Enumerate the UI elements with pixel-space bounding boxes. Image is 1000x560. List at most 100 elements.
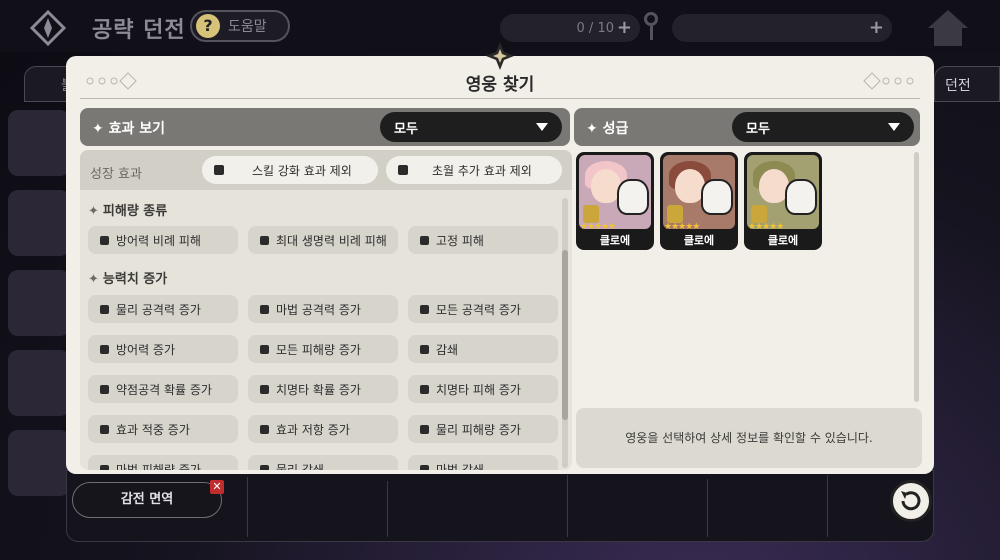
hero-card[interactable]: ★★★★★ 클로에 bbox=[576, 152, 654, 250]
star-rating: ★★★★★ bbox=[580, 222, 616, 232]
checkbox-icon bbox=[260, 384, 269, 394]
refresh-icon bbox=[901, 491, 921, 511]
effect-filter-pill[interactable]: 효과 적중 증가 bbox=[88, 415, 238, 443]
pill-label: 방어력 비례 피해 bbox=[116, 233, 201, 248]
key-stem bbox=[650, 26, 653, 40]
effect-filter-pill[interactable]: 감쇄 bbox=[408, 335, 558, 363]
checkbox-icon bbox=[100, 304, 109, 314]
filter-scroll-thumb[interactable] bbox=[562, 250, 568, 420]
home-icon[interactable] bbox=[922, 6, 974, 50]
pill-label: 물리 피해량 증가 bbox=[436, 422, 521, 437]
help-button[interactable]: ? 도움말 bbox=[190, 10, 290, 42]
cat-companion-icon bbox=[785, 179, 817, 215]
hero-name: 클로에 bbox=[683, 234, 715, 247]
checkbox-icon bbox=[260, 304, 269, 314]
pill-label: 최대 생명력 비례 피해 bbox=[276, 233, 387, 248]
exclude-transcend-toggle[interactable]: 초월 추가 효과 제외 bbox=[386, 156, 562, 184]
hero-portrait bbox=[747, 155, 819, 229]
hero-card[interactable]: ★★★★★ 클로에 bbox=[744, 152, 822, 250]
pill-label: 감쇄 bbox=[436, 342, 459, 357]
checkbox-icon bbox=[420, 384, 429, 394]
effect-filter-pill[interactable]: 최대 생명력 비례 피해 bbox=[248, 226, 398, 254]
hero-name: 클로에 bbox=[599, 234, 631, 247]
help-label: 도움말 bbox=[228, 19, 267, 35]
checkbox-icon bbox=[260, 464, 269, 470]
effect-filter-pill[interactable]: 마법 공격력 증가 bbox=[248, 295, 398, 323]
side-thumbnail bbox=[8, 270, 70, 336]
effect-section-label: ✦ 효과 보기 bbox=[92, 121, 165, 137]
checkbox-icon bbox=[214, 165, 224, 175]
checkbox-icon bbox=[420, 424, 429, 434]
side-thumbnail bbox=[8, 110, 70, 176]
reset-button[interactable] bbox=[890, 480, 932, 522]
pill-label: 약점공격 확률 증가 bbox=[116, 382, 212, 397]
effect-filter-pill[interactable]: 방어력 비례 피해 bbox=[88, 226, 238, 254]
hero-search-modal: 영웅 찾기 ✦ 효과 보기 모두 ✦ 성급 모두 성장 효과 스킬 강화 효과 … bbox=[66, 42, 934, 474]
divider bbox=[80, 98, 920, 99]
hero-name: 클로에 bbox=[767, 234, 799, 247]
shock-immunity-button[interactable]: 감전 면역 bbox=[72, 482, 222, 518]
remove-icon[interactable]: ✕ bbox=[210, 480, 224, 494]
dropdown-arrow-icon bbox=[888, 123, 900, 131]
pill-label: 마법 피해량 증가 bbox=[116, 462, 201, 471]
pill-label: 마법 감쇄 bbox=[436, 462, 484, 471]
grade-section-header: ✦ 성급 모두 bbox=[574, 108, 920, 146]
effect-filter-pill[interactable]: 물리 감쇄 bbox=[248, 455, 398, 470]
add-stamina-icon[interactable]: + bbox=[617, 17, 632, 38]
effect-filter-pill[interactable]: 약점공격 확률 증가 bbox=[88, 375, 238, 403]
checkbox-icon bbox=[260, 235, 269, 245]
hero-scroll-track[interactable] bbox=[914, 152, 919, 402]
add-key-icon[interactable]: + bbox=[869, 17, 884, 38]
cat-companion-icon bbox=[701, 179, 733, 215]
effect-filter-pill[interactable]: 효과 저항 증가 bbox=[248, 415, 398, 443]
pill-label: 고정 피해 bbox=[436, 233, 484, 248]
checkbox-icon bbox=[260, 424, 269, 434]
checkbox-icon bbox=[420, 464, 429, 470]
info-message: 영웅을 선택하여 상세 정보를 확인할 수 있습니다. bbox=[576, 408, 922, 468]
cat-companion-icon bbox=[617, 179, 649, 215]
effect-filter-pill[interactable]: 치명타 피해 증가 bbox=[408, 375, 558, 403]
effect-filter-panel: 성장 효과 스킬 강화 효과 제외 초월 추가 효과 제외 ✦ 피해량 종류 방어… bbox=[80, 150, 572, 470]
question-icon: ? bbox=[196, 14, 220, 38]
pill-label: 효과 저항 증가 bbox=[276, 422, 350, 437]
key-icon bbox=[644, 12, 658, 26]
effect-filter-pill[interactable]: 물리 공격력 증가 bbox=[88, 295, 238, 323]
checkbox-icon bbox=[420, 235, 429, 245]
tab-right[interactable]: 던전 bbox=[934, 66, 1000, 102]
star-rating: ★★★★★ bbox=[664, 222, 700, 232]
checkbox-icon bbox=[100, 235, 109, 245]
growth-effect-label: 성장 효과 bbox=[90, 167, 142, 182]
modal-title: 영웅 찾기 bbox=[465, 75, 535, 95]
sparkle-icon bbox=[486, 42, 514, 70]
effect-filter-pill[interactable]: 마법 피해량 증가 bbox=[88, 455, 238, 470]
effect-filter-pill[interactable]: 치명타 확률 증가 bbox=[248, 375, 398, 403]
page-title: 공략 던전 bbox=[92, 18, 186, 43]
side-thumbnail bbox=[8, 190, 70, 256]
exclude-skill-toggle[interactable]: 스킬 강화 효과 제외 bbox=[202, 156, 378, 184]
circuit-line bbox=[827, 475, 828, 537]
stamina-text: 0 / 10 bbox=[576, 20, 614, 36]
checkbox-icon bbox=[420, 344, 429, 354]
toggle-label: 스킬 강화 효과 제외 bbox=[252, 163, 352, 178]
category-label: ✦ 능력치 증가 bbox=[88, 272, 168, 287]
checkbox-icon bbox=[100, 384, 109, 394]
hero-portrait bbox=[579, 155, 651, 229]
category-label: ✦ 피해량 종류 bbox=[88, 204, 168, 219]
key-counter: + bbox=[672, 14, 892, 42]
hero-card[interactable]: ★★★★★ 클로에 bbox=[660, 152, 738, 250]
effect-filter-pill[interactable]: 모든 공격력 증가 bbox=[408, 295, 558, 323]
side-thumbnail bbox=[8, 350, 70, 416]
effect-filter-pill[interactable]: 고정 피해 bbox=[408, 226, 558, 254]
pill-label: 치명타 피해 증가 bbox=[436, 382, 521, 397]
effect-dropdown[interactable]: 모두 bbox=[380, 112, 562, 142]
effect-filter-pill[interactable]: 모든 피해량 증가 bbox=[248, 335, 398, 363]
effect-dropdown-value: 모두 bbox=[394, 122, 418, 137]
grade-dropdown[interactable]: 모두 bbox=[732, 112, 914, 142]
pill-label: 물리 감쇄 bbox=[276, 462, 324, 471]
effect-filter-pill[interactable]: 마법 감쇄 bbox=[408, 455, 558, 470]
effect-filter-pill[interactable]: 방어력 증가 bbox=[88, 335, 238, 363]
pill-label: 치명타 확률 증가 bbox=[276, 382, 361, 397]
dropdown-arrow-icon bbox=[536, 123, 548, 131]
pill-label: 방어력 증가 bbox=[116, 342, 176, 357]
effect-filter-pill[interactable]: 물리 피해량 증가 bbox=[408, 415, 558, 443]
